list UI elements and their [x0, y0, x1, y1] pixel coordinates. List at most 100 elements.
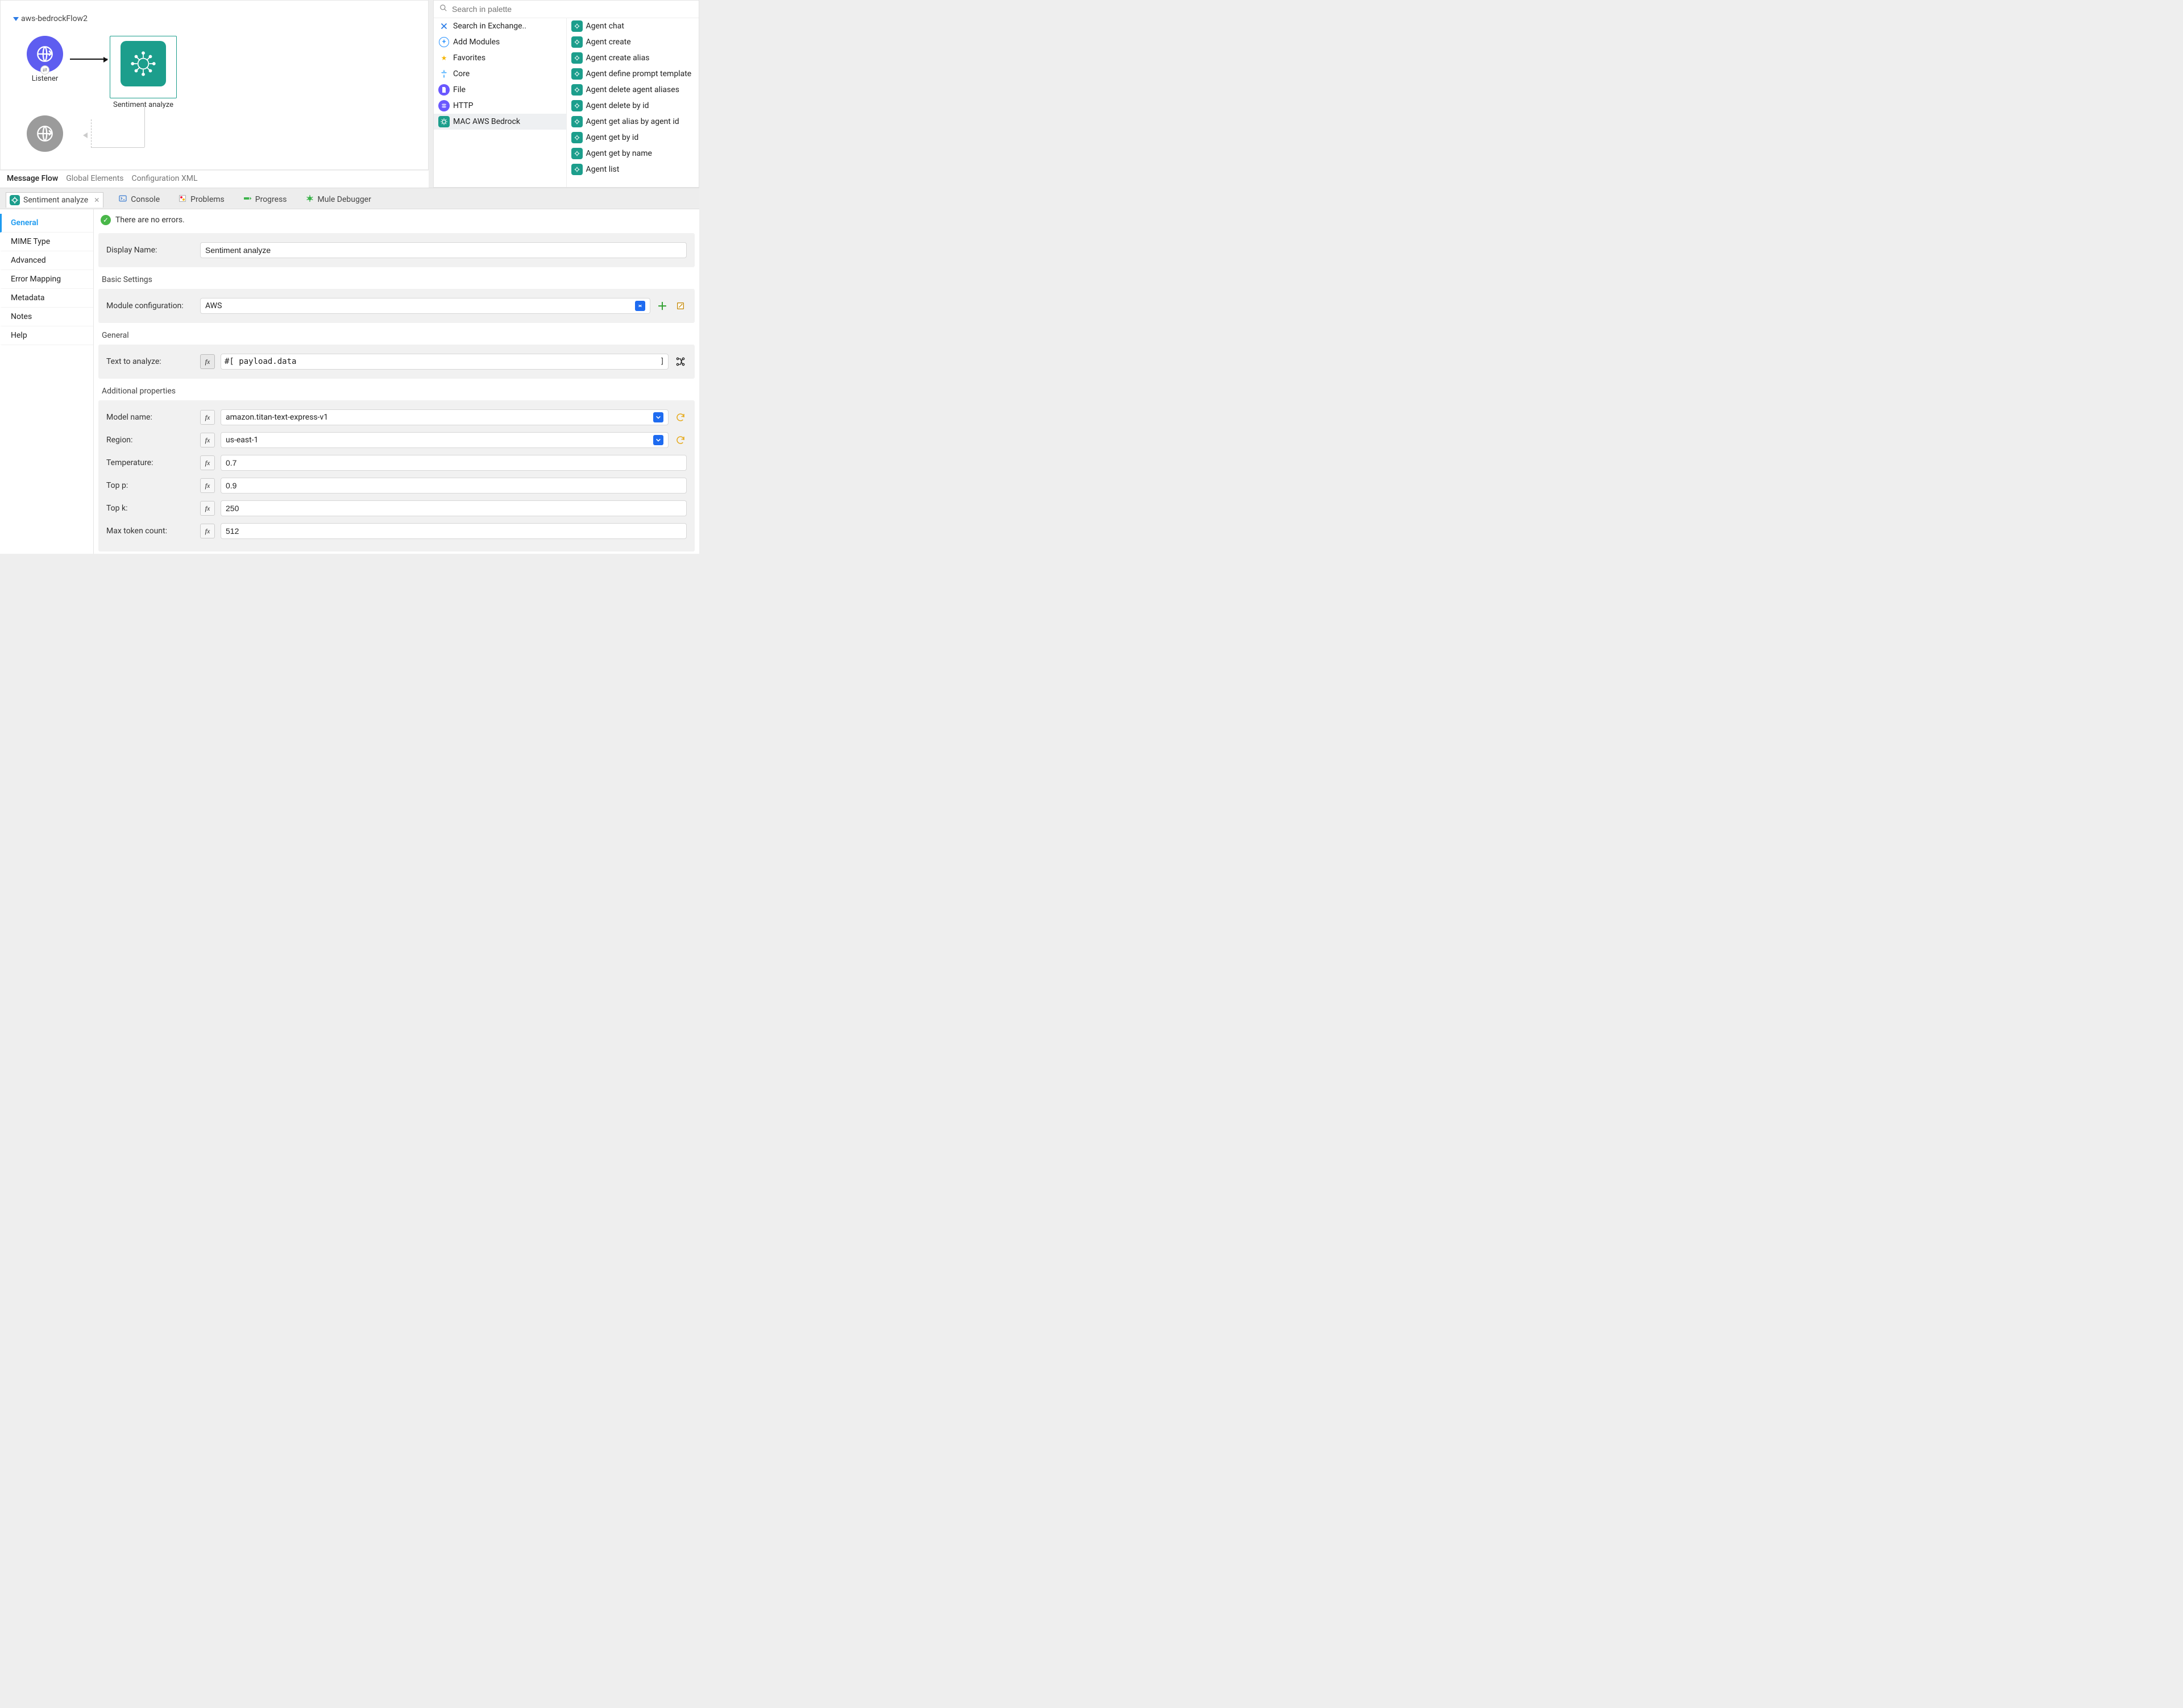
palette-op-label: Agent delete by id — [586, 101, 649, 110]
tab-properties-sentiment[interactable]: Sentiment analyze ✕ — [6, 192, 103, 208]
add-config-button[interactable]: ＋ — [656, 300, 669, 312]
top-k-input[interactable] — [221, 500, 687, 516]
palette-file-label: File — [453, 85, 466, 94]
side-tab-metadata[interactable]: Metadata — [0, 289, 93, 308]
tab-properties-label: Sentiment analyze — [23, 196, 88, 205]
palette-http[interactable]: HTTP — [434, 98, 566, 114]
basic-settings-heading: Basic Settings — [94, 270, 699, 287]
display-name-input[interactable] — [200, 242, 687, 258]
palette-op-label: Agent define prompt template — [586, 69, 692, 78]
palette-op-label: Agent create alias — [586, 53, 650, 63]
tab-problems-label: Problems — [190, 195, 225, 204]
node-listener[interactable]: ⇄ Listener — [27, 36, 63, 83]
palette-op-agent-create-alias[interactable]: Agent create alias — [567, 50, 699, 66]
module-config-value: AWS — [205, 301, 222, 310]
palette-search-input[interactable] — [451, 4, 693, 14]
tab-console[interactable]: Console — [115, 192, 163, 208]
palette-op-agent-get-alias[interactable]: Agent get alias by agent id — [567, 114, 699, 130]
bedrock-op-icon — [571, 148, 583, 159]
map-button[interactable] — [674, 355, 687, 368]
tab-global-elements[interactable]: Global Elements — [66, 174, 123, 183]
exchange-icon — [438, 20, 450, 32]
palette-op-agent-define-prompt[interactable]: Agent define prompt template — [567, 66, 699, 82]
side-tab-notes[interactable]: Notes — [0, 308, 93, 326]
bedrock-op-icon — [571, 132, 583, 143]
fx-toggle-button[interactable]: fx — [200, 354, 215, 369]
fx-toggle-button[interactable]: fx — [200, 433, 215, 447]
edit-config-button[interactable] — [674, 300, 687, 312]
tab-progress[interactable]: Progress — [239, 192, 290, 208]
star-icon: ★ — [438, 52, 450, 64]
text-to-analyze-label: Text to analyze: — [106, 357, 194, 366]
palette-op-agent-get-by-name[interactable]: Agent get by name — [567, 146, 699, 161]
collapse-icon[interactable] — [13, 17, 19, 21]
fx-toggle-button[interactable]: fx — [200, 501, 215, 516]
fx-toggle-button[interactable]: fx — [200, 455, 215, 470]
tab-problems[interactable]: Problems — [175, 192, 228, 208]
palette-core[interactable]: Core — [434, 66, 566, 82]
palette-exchange-label: Search in Exchange.. — [453, 22, 526, 31]
plus-icon: + — [438, 36, 450, 48]
palette-op-agent-list[interactable]: Agent list — [567, 161, 699, 177]
close-icon[interactable]: ✕ — [94, 196, 99, 204]
palette-op-agent-get-by-id[interactable]: Agent get by id — [567, 130, 699, 146]
region-label: Region: — [106, 436, 194, 445]
palette-op-agent-chat[interactable]: Agent chat — [567, 18, 699, 34]
model-name-select[interactable]: amazon.titan-text-express-v1 — [221, 409, 669, 425]
tab-console-label: Console — [131, 195, 160, 204]
text-to-analyze-input[interactable]: #[ payload.data ] — [221, 354, 669, 370]
palette-op-agent-create[interactable]: Agent create — [567, 34, 699, 50]
side-tab-mime-type[interactable]: MIME Type — [0, 233, 93, 251]
palette-add-modules-label: Add Modules — [453, 38, 500, 47]
side-tab-advanced[interactable]: Advanced — [0, 251, 93, 270]
fx-toggle-button[interactable]: fx — [200, 524, 215, 538]
max-token-input[interactable] — [221, 523, 687, 539]
palette-file[interactable]: File — [434, 82, 566, 98]
module-config-select[interactable]: AWS — [200, 298, 650, 314]
bedrock-op-icon — [571, 68, 583, 80]
side-tab-general[interactable]: General — [0, 214, 93, 233]
bedrock-op-icon — [571, 52, 583, 64]
expr-prefix: #[ — [225, 357, 234, 366]
region-select[interactable]: us-east-1 — [221, 432, 669, 448]
palette-favorites[interactable]: ★ Favorites — [434, 50, 566, 66]
exchange-badge-icon: ⇄ — [40, 65, 49, 74]
module-config-label: Module configuration: — [106, 301, 194, 310]
palette-op-label: Agent delete agent aliases — [586, 85, 679, 94]
temperature-label: Temperature: — [106, 458, 194, 467]
side-tab-help[interactable]: Help — [0, 326, 93, 345]
refresh-button[interactable] — [674, 434, 687, 446]
palette-op-label: Agent create — [586, 38, 631, 47]
palette-op-agent-delete-by-id[interactable]: Agent delete by id — [567, 98, 699, 114]
bedrock-icon — [438, 116, 450, 127]
tab-debugger-label: Mule Debugger — [318, 195, 371, 204]
tab-message-flow[interactable]: Message Flow — [7, 174, 58, 183]
model-name-label: Model name: — [106, 413, 194, 422]
flow-canvas[interactable]: aws-bedrockFlow2 ⇄ — [0, 0, 429, 170]
flow-title[interactable]: aws-bedrockFlow2 — [13, 14, 88, 23]
palette-add-modules[interactable]: + Add Modules — [434, 34, 566, 50]
chevron-down-icon — [653, 435, 663, 445]
top-p-input[interactable] — [221, 478, 687, 494]
fx-toggle-button[interactable]: fx — [200, 478, 215, 493]
top-p-label: Top p: — [106, 481, 194, 490]
bedrock-op-icon — [571, 84, 583, 96]
temperature-input[interactable] — [221, 455, 687, 471]
palette-op-agent-delete-aliases[interactable]: Agent delete agent aliases — [567, 82, 699, 98]
search-icon — [439, 4, 447, 14]
palette-mac-aws-bedrock[interactable]: MAC AWS Bedrock — [434, 114, 566, 130]
expr-suffix: ] — [660, 357, 665, 366]
node-sentiment-analyze[interactable]: Sentiment analyze — [110, 36, 177, 109]
side-tab-error-mapping[interactable]: Error Mapping — [0, 270, 93, 289]
ai-circuit-icon — [121, 41, 166, 86]
palette-op-label: Agent get alias by agent id — [586, 117, 679, 126]
tab-configuration-xml[interactable]: Configuration XML — [132, 174, 198, 183]
fx-toggle-button[interactable]: fx — [200, 410, 215, 425]
node-response[interactable] — [27, 115, 63, 152]
palette-search-exchange[interactable]: Search in Exchange.. — [434, 18, 566, 34]
max-token-label: Max token count: — [106, 527, 194, 536]
region-value: us-east-1 — [226, 436, 258, 445]
refresh-button[interactable] — [674, 411, 687, 424]
tab-mule-debugger[interactable]: Mule Debugger — [302, 192, 375, 208]
status-no-errors: There are no errors. — [115, 215, 185, 225]
